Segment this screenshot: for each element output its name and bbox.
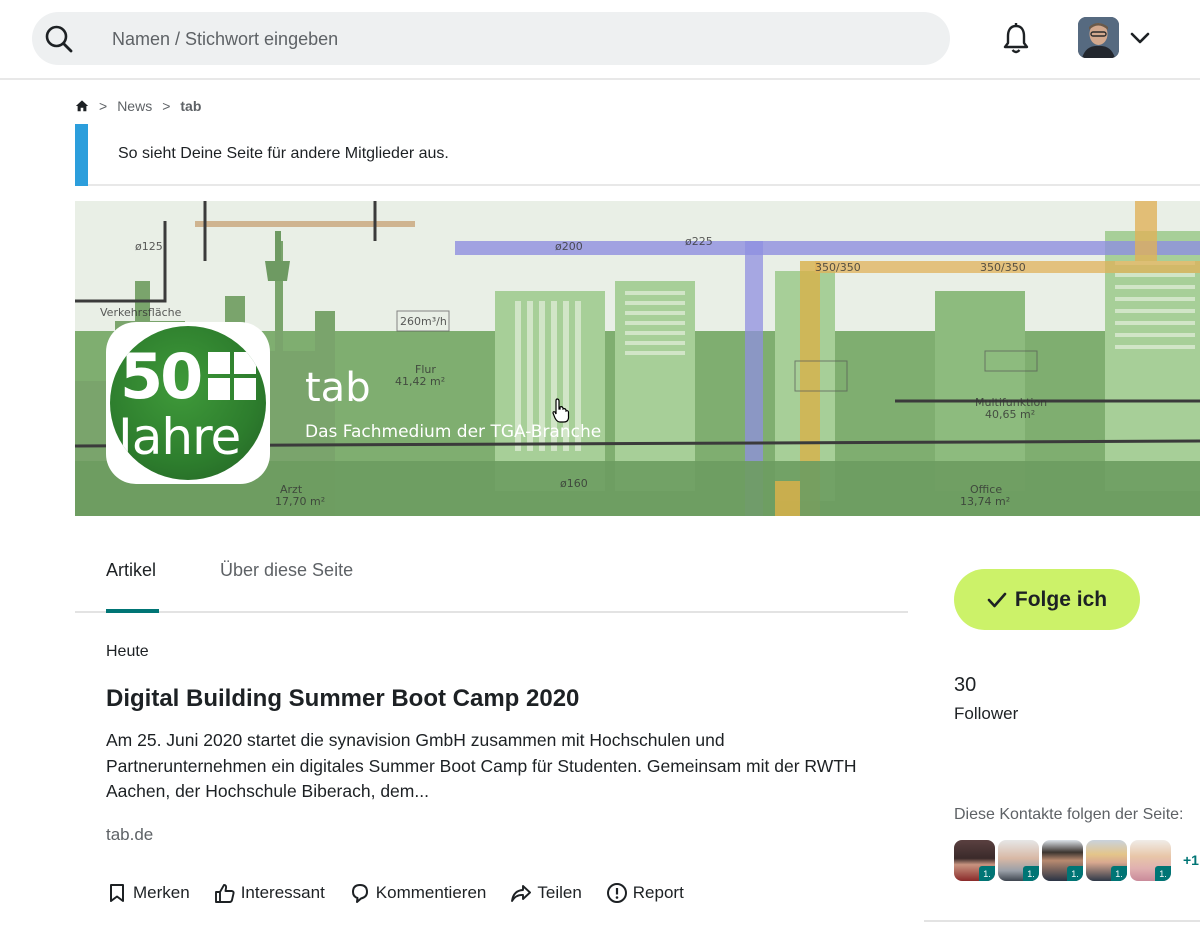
active-tab-indicator: [106, 609, 159, 613]
svg-text:350/350: 350/350: [980, 261, 1026, 274]
svg-text:ø125: ø125: [135, 240, 163, 253]
report-label: Report: [632, 883, 684, 902]
logo-word: Jahre: [118, 408, 241, 466]
article-actions: Merken Interessant Kommentieren Teilen R…: [106, 880, 708, 906]
share-label: Teilen: [537, 883, 582, 902]
logo-number: 50: [120, 340, 203, 413]
comment-button[interactable]: Kommentieren: [349, 882, 487, 904]
contact-degree-badge: 1.: [1111, 866, 1127, 881]
svg-text:ø160: ø160: [560, 477, 588, 490]
avatar: [1078, 17, 1119, 58]
comment-icon: [351, 884, 368, 903]
contacts-label: Diese Kontakte folgen der Seite:: [954, 806, 1184, 823]
preview-info-banner: So sieht Deine Seite für andere Mitglied…: [75, 124, 1200, 186]
breadcrumb: > News > tab: [75, 96, 201, 116]
following-contacts: 1. 1. 1. 1. 1.: [954, 840, 1174, 882]
home-icon[interactable]: [75, 99, 89, 113]
tab-artikel[interactable]: Artikel: [106, 560, 156, 581]
article-excerpt[interactable]: Am 25. Juni 2020 startet die synavision …: [106, 728, 866, 805]
info-accent-bar: [75, 124, 88, 186]
follow-label: Folge ich: [1014, 587, 1108, 611]
contact-avatar[interactable]: 1.: [1086, 840, 1127, 881]
page-tabs: Artikel Über diese Seite: [75, 548, 908, 613]
search-icon[interactable]: [44, 24, 74, 54]
info-text: So sieht Deine Seite für andere Mitglied…: [118, 145, 449, 162]
svg-text:260m³/h: 260m³/h: [400, 315, 447, 328]
contact-degree-badge: 1.: [979, 866, 995, 881]
svg-text:40,65 m²: 40,65 m²: [985, 408, 1035, 421]
svg-text:350/350: 350/350: [815, 261, 861, 274]
article-source[interactable]: tab.de: [106, 825, 153, 845]
contact-degree-badge: 1.: [1067, 866, 1083, 881]
article-title[interactable]: Digital Building Summer Boot Camp 2020: [106, 685, 579, 713]
breadcrumb-separator: >: [99, 98, 108, 114]
contact-avatar[interactable]: 1.: [954, 840, 995, 881]
contact-avatar[interactable]: 1.: [1042, 840, 1083, 881]
comment-label: Kommentieren: [375, 883, 487, 902]
follow-button[interactable]: Folge ich: [954, 569, 1140, 630]
svg-text:17,70 m²: 17,70 m²: [275, 495, 325, 508]
bell-icon[interactable]: [1000, 22, 1032, 56]
search-input[interactable]: [112, 26, 892, 52]
svg-text:41,42 m²: 41,42 m²: [395, 375, 445, 388]
svg-text:ø225: ø225: [685, 235, 713, 248]
contact-avatar[interactable]: 1.: [998, 840, 1039, 881]
breadcrumb-separator: >: [162, 98, 171, 114]
checkmark-icon: [987, 592, 1007, 607]
search-bar[interactable]: [32, 12, 950, 65]
share-button[interactable]: Teilen: [510, 882, 582, 904]
svg-text:13,74 m²: 13,74 m²: [960, 495, 1010, 508]
breadcrumb-current: tab: [180, 98, 202, 114]
contact-degree-badge: 1.: [1155, 866, 1171, 881]
contact-degree-badge: 1.: [1023, 866, 1039, 881]
more-contacts-count[interactable]: +1: [1183, 852, 1199, 868]
top-bar: [0, 0, 1200, 80]
article-date: Heute: [106, 643, 149, 660]
thumbs-up-icon: [214, 884, 235, 903]
page-tagline: Das Fachmedium der TGA-Branche: [305, 422, 602, 442]
tab-about[interactable]: Über diese Seite: [220, 560, 353, 581]
like-label: Interessant: [240, 883, 325, 902]
profile-menu-button[interactable]: [1078, 17, 1158, 59]
alert-icon: [606, 883, 627, 903]
bookmark-icon: [110, 884, 124, 902]
like-button[interactable]: Interessant: [214, 882, 325, 904]
follower-count[interactable]: 30: [954, 674, 976, 697]
report-button[interactable]: Report: [606, 882, 684, 904]
breadcrumb-news[interactable]: News: [117, 98, 152, 114]
bookmark-label: Merken: [133, 883, 190, 902]
page-title: tab: [305, 365, 371, 411]
follower-label[interactable]: Follower: [954, 704, 1018, 724]
logo-seal: 50 Jahre: [110, 326, 266, 480]
svg-text:ø200: ø200: [555, 240, 583, 253]
svg-text:Verkehrsfläche: Verkehrsfläche: [100, 306, 182, 319]
logo-squares-icon: [208, 352, 256, 400]
chevron-down-icon[interactable]: [1128, 26, 1152, 50]
contact-avatar[interactable]: 1.: [1130, 840, 1171, 881]
share-icon: [511, 885, 532, 902]
page-logo: 50 Jahre: [106, 322, 270, 484]
hand-cursor-icon: [552, 398, 570, 423]
bookmark-button[interactable]: Merken: [106, 882, 190, 904]
